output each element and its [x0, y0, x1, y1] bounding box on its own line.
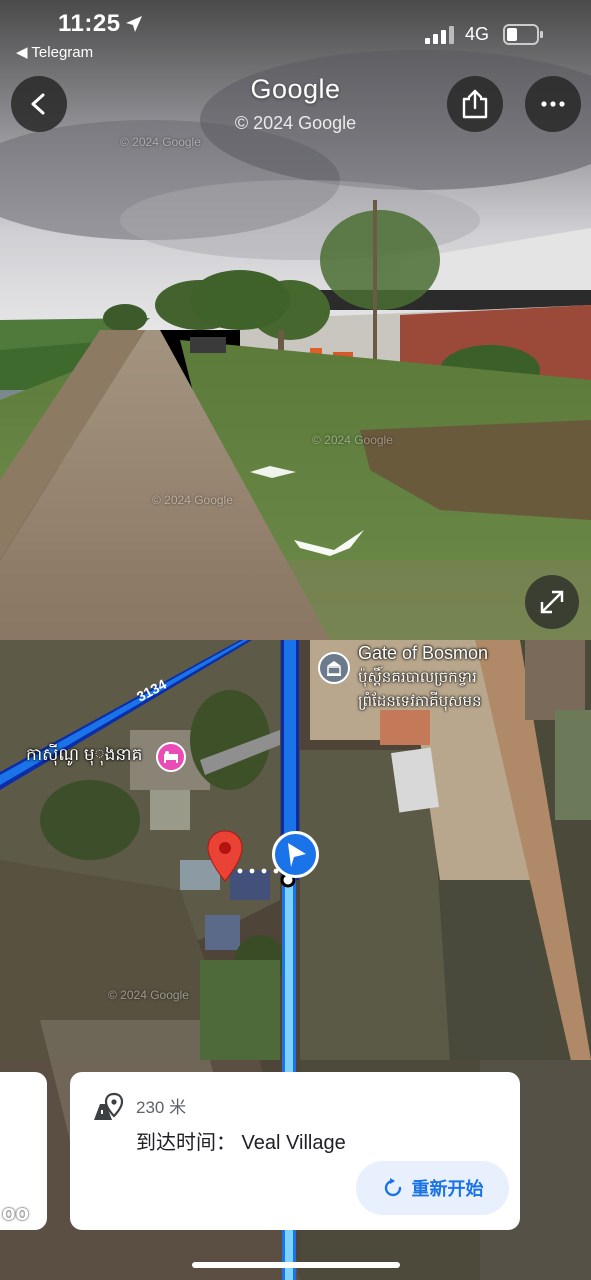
- arrival-destination: 到达时间： Veal Village: [136, 1132, 346, 1154]
- poi-gate-khmer-line2: ព្រំដែនទេវភាគីបុសមន: [358, 693, 482, 710]
- status-bar: 11:25 ◀ Telegram 4G: [0, 0, 591, 70]
- landmark-icon[interactable]: [318, 652, 350, 684]
- poi-gate-name[interactable]: Gate of Bosmon: [358, 643, 488, 664]
- share-icon: [462, 89, 488, 119]
- previous-route-card[interactable]: oo: [0, 1072, 47, 1230]
- network-type: 4G: [465, 24, 490, 44]
- more-options-button[interactable]: [525, 76, 581, 132]
- restart-label: 重新开始: [411, 1179, 484, 1199]
- status-time: 11:25: [58, 10, 121, 37]
- signal-icon: [425, 26, 454, 44]
- expand-button[interactable]: [525, 575, 579, 629]
- card-fragment-text: oo: [2, 1200, 29, 1225]
- restart-button[interactable]: 重新开始: [356, 1161, 509, 1215]
- location-arrow-icon: [126, 16, 142, 32]
- route-walk-icon: [94, 1092, 124, 1120]
- poi-gate-khmer-line1: ប៉ុស្តិ៍នគរបាលច្រកទ្វារ: [358, 669, 477, 686]
- back-to-app-link[interactable]: ◀ Telegram: [16, 43, 93, 61]
- poi-hotel-name[interactable]: កាស៊ីណូ មុុងនាគ: [26, 744, 142, 769]
- refresh-icon: [384, 1178, 401, 1197]
- watermark: © 2024 Google: [120, 135, 201, 149]
- destination-pin-icon[interactable]: [206, 830, 244, 882]
- hotel-icon[interactable]: [156, 742, 186, 772]
- route-info-card[interactable]: 230 米 到达时间： Veal Village 重新开始: [70, 1072, 520, 1230]
- streetview-copyright: © 2024 Google: [234, 113, 357, 133]
- current-location-icon[interactable]: [272, 831, 319, 878]
- expand-icon: [540, 590, 564, 614]
- watermark: © 2024 Google: [312, 433, 393, 447]
- watermark: © 2024 Google: [152, 493, 233, 507]
- route-distance: 230 米: [136, 1098, 187, 1117]
- home-indicator[interactable]: [192, 1262, 400, 1268]
- battery-icon: [503, 24, 543, 45]
- more-horizontal-icon: [541, 101, 565, 107]
- map-watermark: © 2024 Google: [108, 988, 189, 1002]
- share-button[interactable]: [447, 76, 503, 132]
